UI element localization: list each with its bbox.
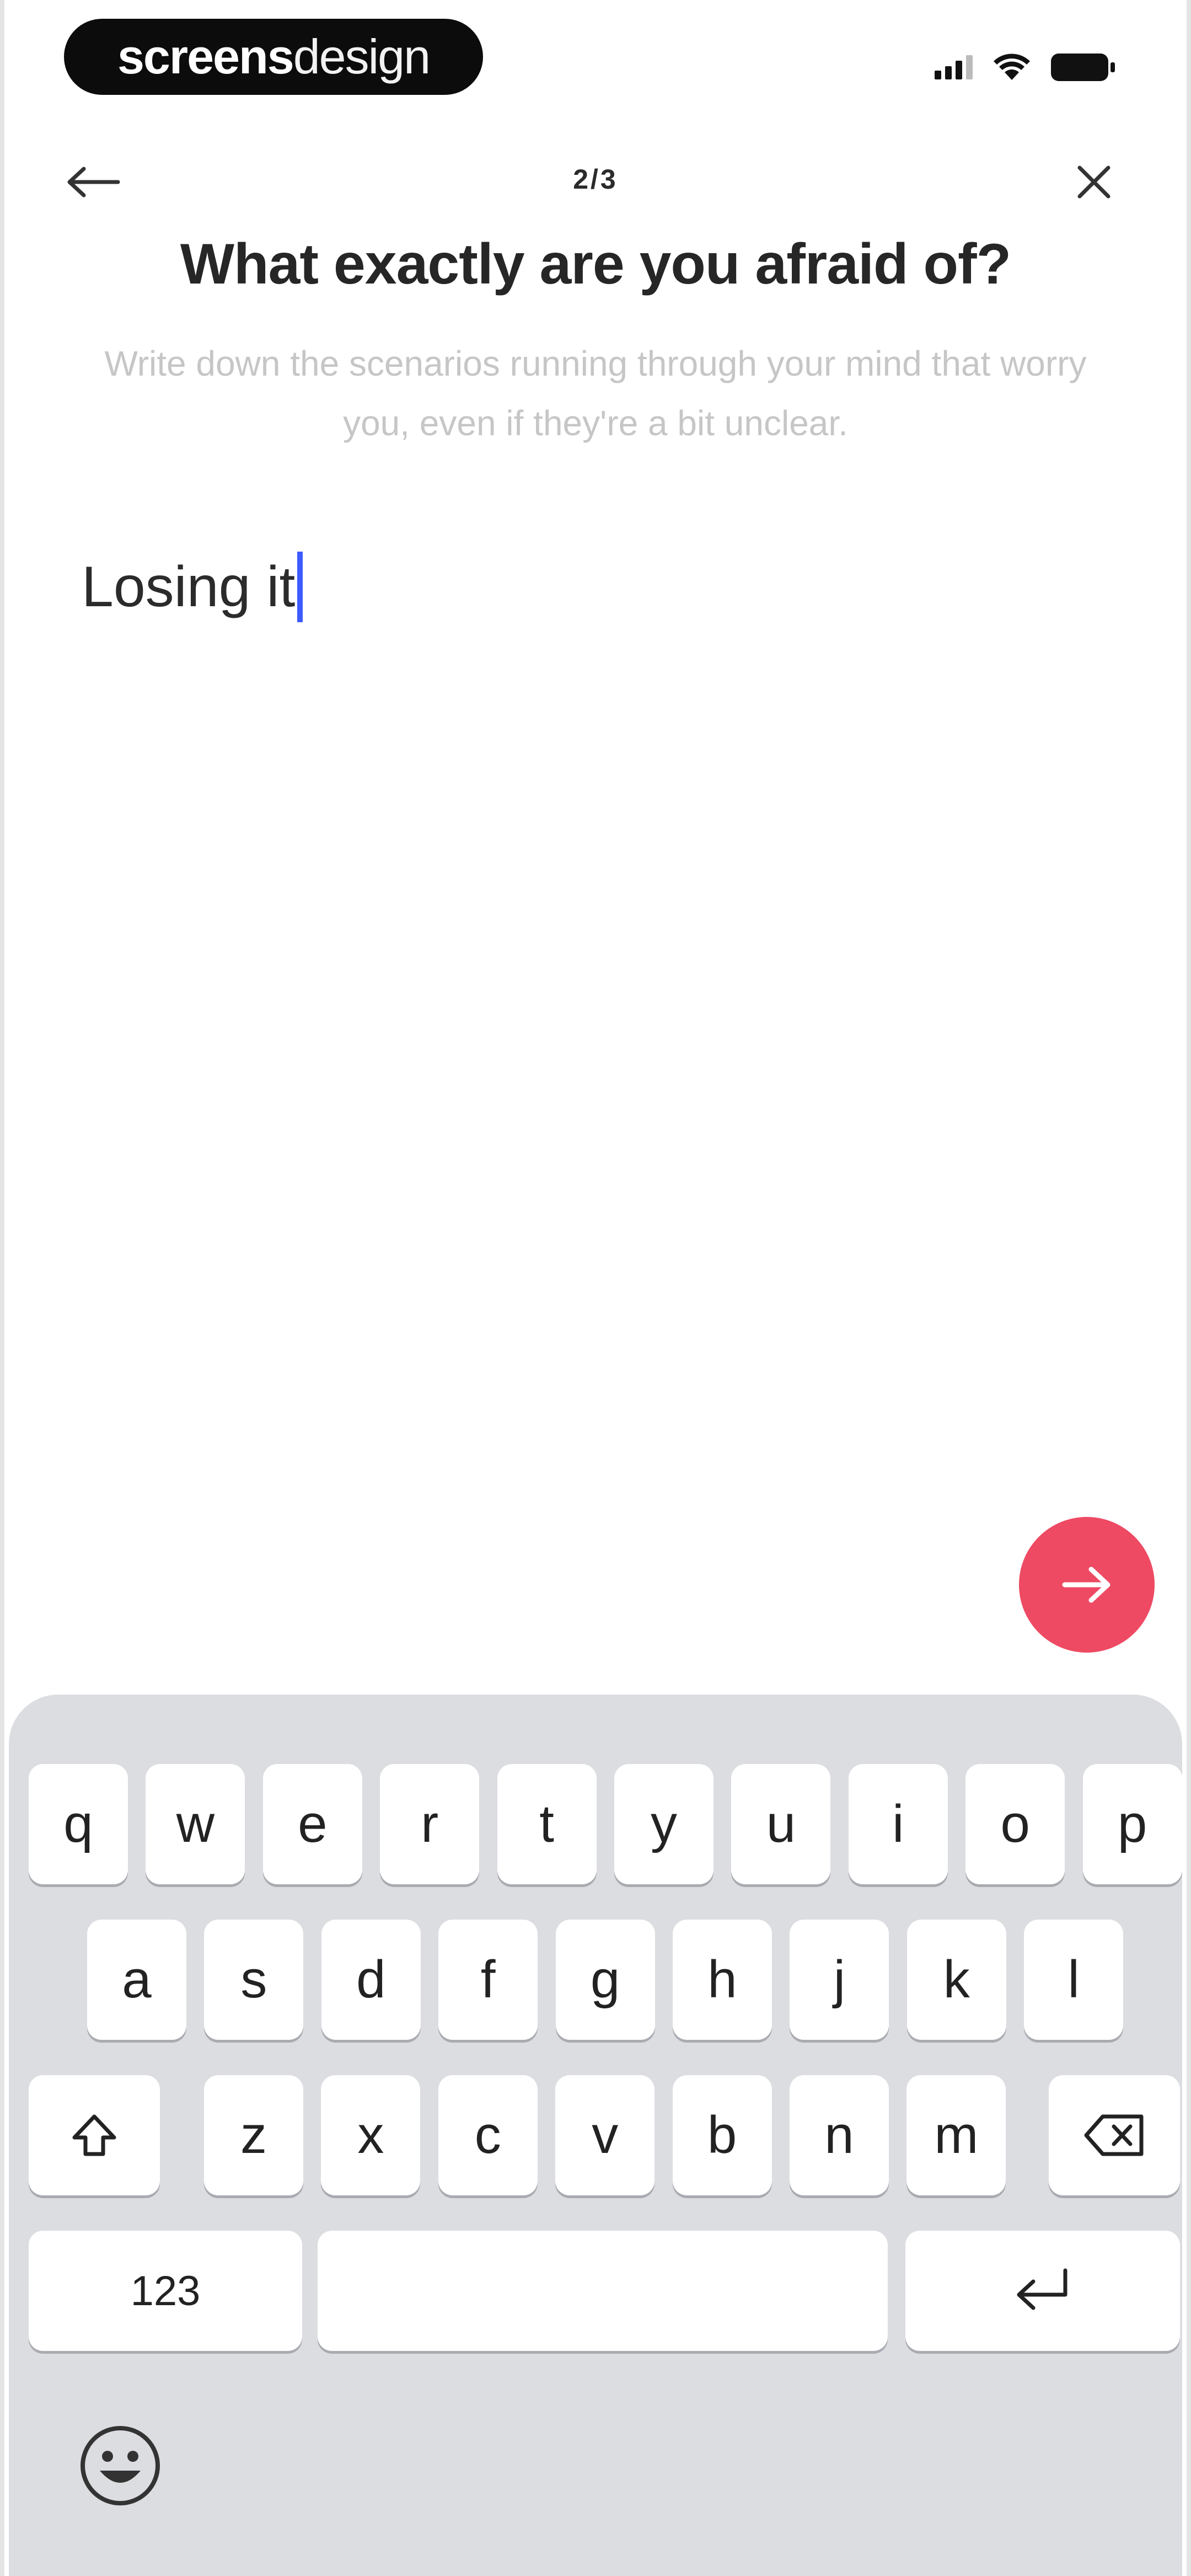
battery-icon bbox=[1051, 52, 1115, 82]
shift-key[interactable] bbox=[29, 2075, 160, 2195]
key-b[interactable]: b bbox=[672, 2075, 772, 2195]
key-l[interactable]: l bbox=[1024, 1920, 1124, 2040]
key-u[interactable]: u bbox=[731, 1764, 831, 1884]
step-counter: 2/3 bbox=[573, 164, 618, 195]
backspace-icon bbox=[1084, 2114, 1144, 2156]
app-screen: screensdesign 2/3 What exactly are you a… bbox=[0, 0, 1191, 2576]
status-icons bbox=[935, 51, 1115, 84]
brand-badge: screensdesign bbox=[64, 19, 483, 95]
key-m[interactable]: m bbox=[906, 2075, 1006, 2195]
key-c[interactable]: c bbox=[438, 2075, 538, 2195]
key-j[interactable]: j bbox=[790, 1920, 889, 2040]
cellular-signal-icon bbox=[935, 55, 973, 79]
key-t[interactable]: t bbox=[497, 1764, 597, 1884]
numbers-key[interactable]: 123 bbox=[29, 2231, 302, 2351]
key-i[interactable]: i bbox=[848, 1764, 948, 1884]
page-subtitle: Write down the scenarios running through… bbox=[104, 344, 1087, 443]
keyboard-row-1: qwertyuiop bbox=[9, 1764, 1182, 1884]
key-e[interactable]: e bbox=[262, 1764, 362, 1884]
key-p[interactable]: p bbox=[1082, 1764, 1182, 1884]
key-h[interactable]: h bbox=[673, 1920, 772, 2040]
wifi-icon bbox=[994, 54, 1030, 81]
answer-input[interactable]: Losing it bbox=[82, 552, 303, 622]
page-title: What exactly are you afraid of? bbox=[180, 232, 1011, 296]
key-k[interactable]: k bbox=[906, 1920, 1006, 2040]
emoji-icon bbox=[81, 2426, 160, 2505]
close-icon bbox=[1077, 165, 1110, 199]
next-button[interactable] bbox=[1019, 1517, 1155, 1653]
key-q[interactable]: q bbox=[29, 1764, 128, 1884]
brand-text-light: design bbox=[293, 29, 431, 84]
keyboard-row-4: 123 bbox=[9, 2231, 1182, 2351]
key-s[interactable]: s bbox=[204, 1920, 304, 2040]
return-icon bbox=[1017, 2268, 1067, 2310]
key-g[interactable]: g bbox=[555, 1920, 655, 2040]
backspace-key[interactable] bbox=[1049, 2075, 1180, 2195]
keyboard-row-2: asdfghjkl bbox=[9, 1920, 1182, 2040]
close-button[interactable] bbox=[1066, 160, 1122, 204]
key-v[interactable]: v bbox=[555, 2075, 655, 2195]
key-a[interactable]: a bbox=[87, 1920, 186, 2040]
key-n[interactable]: n bbox=[790, 2075, 889, 2195]
space-key[interactable] bbox=[318, 2231, 888, 2351]
emoji-button[interactable] bbox=[76, 2422, 164, 2510]
keyboard-row-3: zxcvbnm bbox=[9, 2075, 1182, 2195]
key-o[interactable]: o bbox=[965, 1764, 1065, 1884]
key-x[interactable]: x bbox=[321, 2075, 421, 2195]
shift-icon bbox=[72, 2114, 116, 2156]
arrow-right-icon bbox=[1062, 1567, 1110, 1603]
key-r[interactable]: r bbox=[380, 1764, 480, 1884]
key-d[interactable]: d bbox=[321, 1920, 421, 2040]
on-screen-keyboard: qwertyuiop asdfghjkl zxcvbnm 123 bbox=[9, 1695, 1182, 2576]
brand-text-bold: screens bbox=[117, 29, 294, 84]
key-z[interactable]: z bbox=[204, 2075, 303, 2195]
key-f[interactable]: f bbox=[438, 1920, 538, 2040]
return-key[interactable] bbox=[905, 2231, 1180, 2351]
key-y[interactable]: y bbox=[614, 1764, 713, 1884]
key-w[interactable]: w bbox=[146, 1764, 245, 1884]
text-caret bbox=[297, 552, 303, 622]
answer-text: Losing it bbox=[82, 554, 296, 619]
